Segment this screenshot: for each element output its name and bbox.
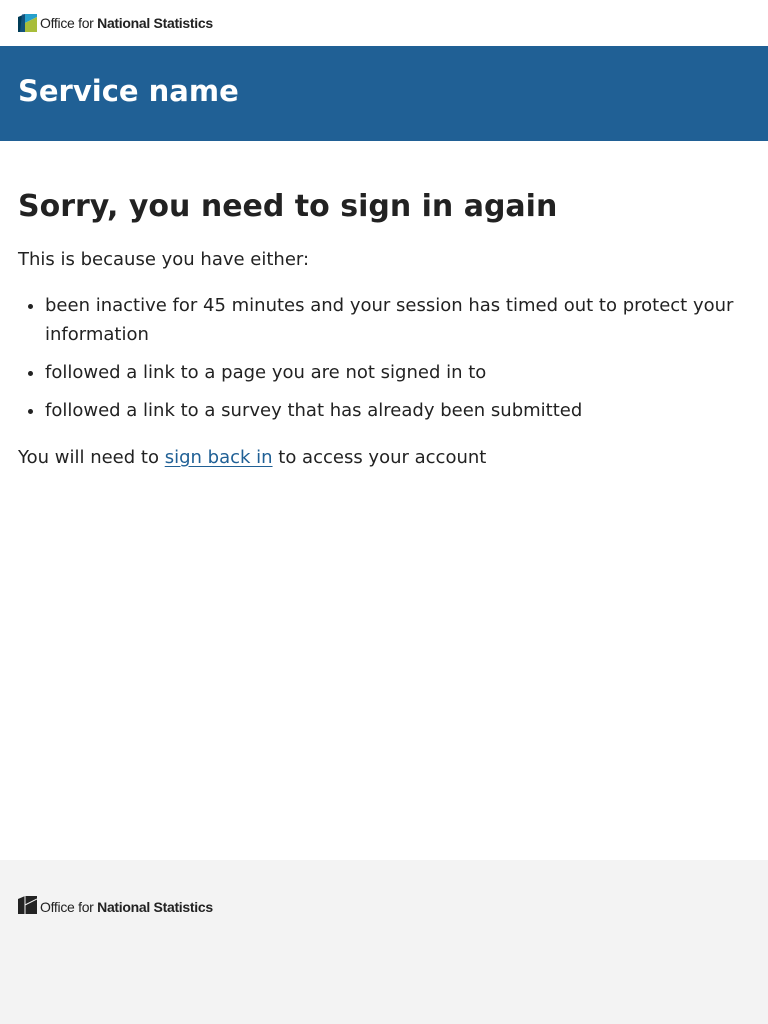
masthead-bar: Office for National Statistics bbox=[0, 0, 768, 46]
reasons-list: been inactive for 45 minutes and your se… bbox=[18, 291, 735, 434]
sign-in-prompt-before: You will need to bbox=[18, 447, 165, 468]
main-content: Sorry, you need to sign in again This is… bbox=[0, 141, 768, 860]
sign-in-prompt-after: to access your account bbox=[272, 447, 487, 468]
list-item: followed a link to a page you are not si… bbox=[45, 358, 735, 387]
ons-logo-text-light: Office for bbox=[40, 15, 94, 31]
list-item: followed a link to a survey that has alr… bbox=[45, 396, 735, 425]
footer-ons-logo-link[interactable]: Office for National Statistics bbox=[18, 896, 213, 918]
page-title: Sorry, you need to sign in again bbox=[18, 189, 558, 224]
masthead: Office for National Statistics Service n… bbox=[0, 0, 768, 141]
ons-logo-icon bbox=[18, 14, 37, 32]
footer: Office for National Statistics bbox=[0, 860, 768, 1024]
ons-logo-icon bbox=[18, 896, 38, 918]
footer-logo-text: Office for National Statistics bbox=[40, 899, 213, 915]
ons-logo-text: Office for National Statistics bbox=[40, 15, 213, 31]
intro-text: This is because you have either: bbox=[18, 249, 310, 270]
service-name-link[interactable]: Service name bbox=[18, 72, 239, 110]
sign-back-in-link[interactable]: sign back in bbox=[165, 447, 273, 468]
footer-logo-text-light: Office for bbox=[40, 899, 94, 915]
ons-logo-link[interactable]: Office for National Statistics bbox=[18, 13, 213, 33]
ons-logo-text-bold: National Statistics bbox=[97, 15, 213, 31]
sign-in-prompt: You will need to sign back in to access … bbox=[18, 445, 486, 471]
service-bar: Service name bbox=[0, 46, 768, 141]
footer-logo-text-bold: National Statistics bbox=[97, 899, 213, 915]
list-item: been inactive for 45 minutes and your se… bbox=[45, 291, 735, 349]
